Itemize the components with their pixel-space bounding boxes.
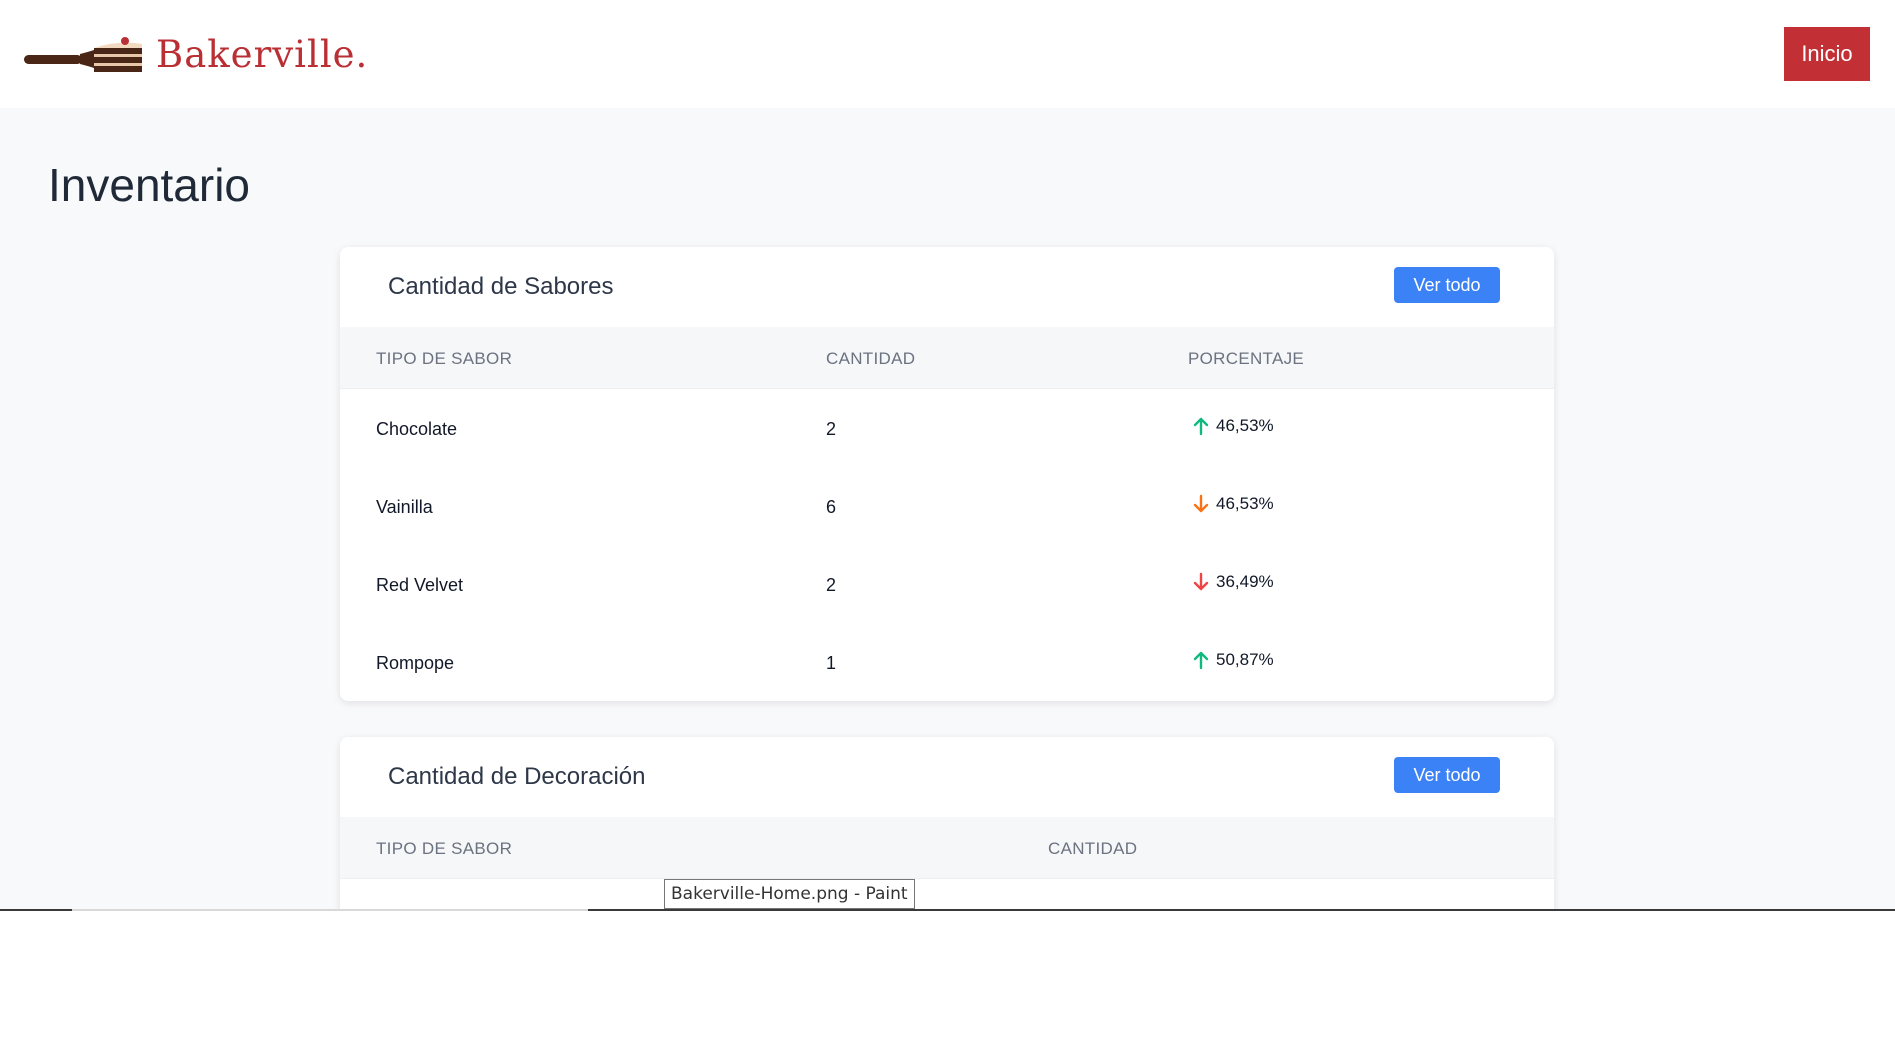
brand-logo[interactable]: Bakerville. xyxy=(24,34,368,76)
arrow-down-icon xyxy=(1193,494,1209,513)
arrow-up-icon xyxy=(1193,651,1209,670)
card-title: Cantidad de Sabores xyxy=(388,273,614,300)
brand-name: Bakerville. xyxy=(156,33,369,76)
table-header: TIPO DE SABOR CANTIDAD PORCENTAJE xyxy=(340,327,1554,389)
column-header-type: TIPO DE SABOR xyxy=(376,839,513,858)
percentage-value: 36,49% xyxy=(1216,572,1274,591)
percentage-value: 46,53% xyxy=(1216,494,1274,513)
table-row: Chocolate 2 46,53% xyxy=(340,389,1554,467)
flavor-quantity: 6 xyxy=(826,497,837,517)
card-header: Cantidad de Decoración Ver todo xyxy=(340,737,1554,817)
percentage-value: 50,87% xyxy=(1216,650,1274,669)
flavor-name: Chocolate xyxy=(376,419,458,439)
flavors-card: Cantidad de Sabores Ver todo TIPO DE SAB… xyxy=(340,247,1554,701)
table-row: Rompope 1 50,87% xyxy=(340,623,1554,701)
view-all-flavors-button[interactable]: Ver todo xyxy=(1394,267,1500,303)
card-header: Cantidad de Sabores Ver todo xyxy=(340,247,1554,327)
flavor-quantity: 1 xyxy=(826,653,837,673)
flavor-quantity: 2 xyxy=(826,419,837,439)
view-all-decoration-button[interactable]: Ver todo xyxy=(1394,757,1500,793)
navbar: Bakerville. Inicio xyxy=(0,0,1895,108)
table-row: Vainilla 6 46,53% xyxy=(340,467,1554,545)
card-title: Cantidad de Decoración xyxy=(388,763,646,790)
flavor-quantity: 2 xyxy=(826,575,837,595)
taskbar-tooltip: Bakerville-Home.png - Paint xyxy=(664,879,915,909)
taskbar-divider xyxy=(72,909,588,911)
column-header-type: TIPO DE SABOR xyxy=(376,349,513,368)
fork-cake-icon xyxy=(24,37,142,72)
home-button[interactable]: Inicio xyxy=(1784,27,1870,81)
arrow-up-icon xyxy=(1193,417,1209,436)
flavor-name: Rompope xyxy=(376,653,455,673)
page: Bakerville. Inicio Inventario Cantidad d… xyxy=(0,0,1895,910)
table-row: Red Velvet 2 36,49% xyxy=(340,545,1554,623)
flavor-percentage: 46,53% xyxy=(1192,494,1274,514)
arrow-down-icon xyxy=(1193,572,1209,591)
flavor-name: Red Velvet xyxy=(376,575,464,595)
column-header-quantity: CANTIDAD xyxy=(826,349,916,368)
flavor-name: Vainilla xyxy=(376,497,433,517)
page-title: Inventario xyxy=(48,159,251,211)
flavor-percentage: 46,53% xyxy=(1192,416,1274,436)
flavor-percentage: 36,49% xyxy=(1192,572,1274,592)
column-header-quantity: CANTIDAD xyxy=(1048,839,1138,858)
table-header: TIPO DE SABOR CANTIDAD xyxy=(340,817,1554,879)
column-header-percentage: PORCENTAJE xyxy=(1188,349,1305,368)
percentage-value: 46,53% xyxy=(1216,416,1274,435)
flavor-percentage: 50,87% xyxy=(1192,650,1274,670)
decoration-card: Cantidad de Decoración Ver todo TIPO DE … xyxy=(340,737,1554,910)
